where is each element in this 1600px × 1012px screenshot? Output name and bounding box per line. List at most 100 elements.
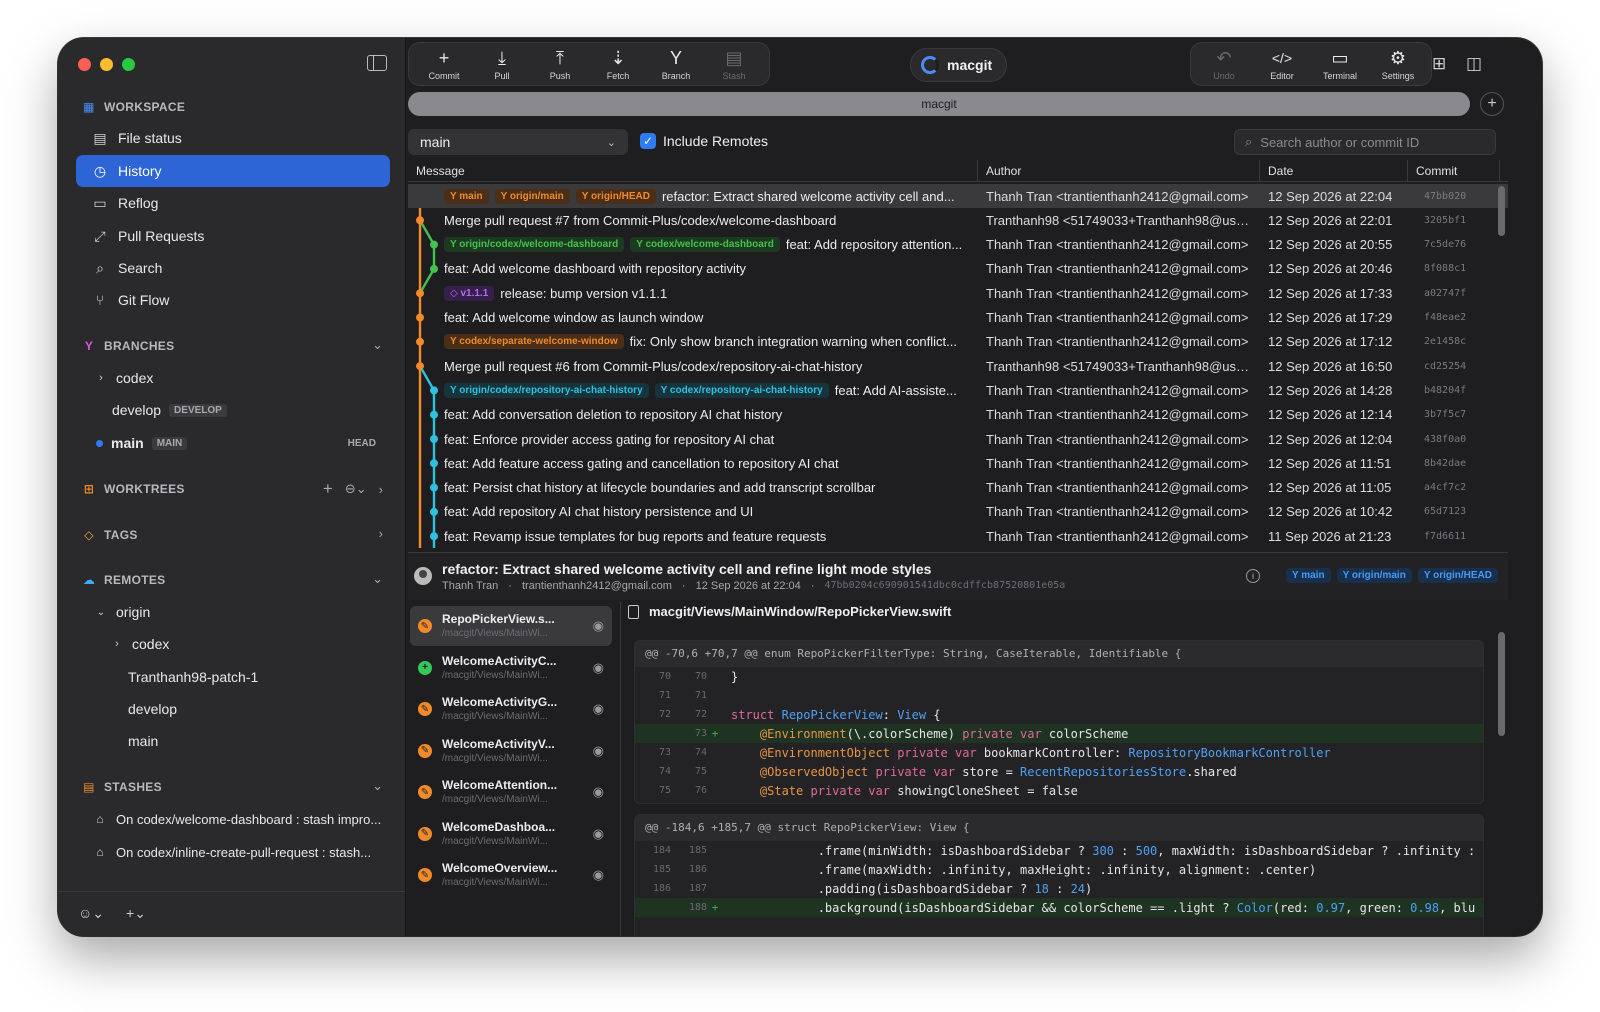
terminal-button[interactable]: ▭ Terminal xyxy=(1311,43,1369,87)
branch-item-develop[interactable]: develop DEVELOP xyxy=(76,394,390,426)
ref-badge[interactable]: Y origin/main xyxy=(494,188,570,204)
eye-icon[interactable]: ◉ xyxy=(593,701,604,717)
inspector-toggle-icon[interactable]: ◫ xyxy=(1466,54,1482,74)
chevron-right-icon[interactable]: › xyxy=(379,482,383,497)
table-row[interactable]: feat: Enforce provider access gating for… xyxy=(408,427,1508,451)
branch-item-main[interactable]: main MAIN HEAD xyxy=(76,427,390,459)
diff-scrollbar[interactable] xyxy=(1498,632,1505,736)
push-button[interactable]: ⤒ Push xyxy=(531,43,589,87)
table-row[interactable]: Y main Y origin/main Y origin/HEAD refactor… xyxy=(408,184,1508,208)
table-row[interactable]: feat: Add welcome window as launch windo… xyxy=(408,306,1508,330)
stashes-section[interactable]: ▤ STASHES xyxy=(82,780,162,794)
grid-icon[interactable]: ⊞ xyxy=(1432,54,1446,74)
stash-button[interactable]: ▤ Stash xyxy=(705,43,763,87)
account-icon[interactable]: ☺⌄ xyxy=(78,905,104,922)
stashes-collapse-icon[interactable]: ⌄ xyxy=(372,778,383,794)
changed-file-item[interactable]: ✎ WelcomeOverview... /macgit/Views/MainWi.… xyxy=(410,855,612,895)
undo-button[interactable]: ↶ Undo xyxy=(1195,43,1253,87)
table-row[interactable]: feat: Add welcome dashboard with reposit… xyxy=(408,257,1508,281)
eye-icon[interactable]: ◉ xyxy=(593,660,604,676)
branch-button[interactable]: Y Branch xyxy=(647,43,705,87)
add-tab-button[interactable]: + xyxy=(1480,92,1504,116)
table-row[interactable]: Y origin/codex/repository-ai-chat-histor… xyxy=(408,378,1508,402)
eye-icon[interactable]: ◉ xyxy=(593,826,604,842)
changed-file-item[interactable]: ✎ WelcomeAttention... /macgit/Views/MainWi… xyxy=(410,772,612,812)
remote-branch-item[interactable]: develop xyxy=(76,693,390,725)
ref-badge[interactable]: ◇ v1.1.1 xyxy=(444,285,495,301)
ref-badge[interactable]: Y codex/repository-ai-chat-history xyxy=(654,382,829,398)
ref-badge[interactable]: Y codex/welcome-dashboard xyxy=(630,237,780,253)
repository-chip[interactable]: macgit xyxy=(910,48,1008,82)
chevron-right-icon[interactable]: › xyxy=(379,526,383,541)
table-row[interactable]: Merge pull request #6 from Commit-Plus/c… xyxy=(408,354,1508,378)
ref-badge[interactable]: Y origin/HEAD xyxy=(1417,568,1498,583)
table-row[interactable]: ◇ v1.1.1 release: bump version v1.1.1 Than… xyxy=(408,281,1508,305)
remotes-collapse-icon[interactable]: ⌄ xyxy=(372,571,383,587)
sidebar-item-reflog[interactable]: ▭ Reflog xyxy=(76,187,390,219)
table-row[interactable]: feat: Persist chat history at lifecycle … xyxy=(408,476,1508,500)
remote-origin[interactable]: ⌄ origin xyxy=(76,596,390,628)
add-worktree-icon[interactable]: + xyxy=(323,479,333,499)
ref-badge[interactable]: Y origin/HEAD xyxy=(575,188,656,204)
info-icon[interactable]: i xyxy=(1246,569,1260,583)
editor-button[interactable]: </> Editor xyxy=(1253,43,1311,87)
sidebar-item-history[interactable]: ◷ History xyxy=(76,155,390,187)
sidebar-item-file-status[interactable]: ▤ File status xyxy=(76,122,390,154)
remote-branch-item[interactable]: Tranthanh98-patch-1 xyxy=(76,661,390,693)
stash-item[interactable]: ⌂ On codex/welcome-dashboard : stash imp… xyxy=(76,803,390,835)
include-remotes-checkbox[interactable]: ✓ xyxy=(640,133,656,149)
column-header-date[interactable]: Date xyxy=(1260,160,1408,181)
commit-search-input[interactable]: ⌕ Search author or commit ID xyxy=(1234,129,1496,155)
column-header-author[interactable]: Author xyxy=(978,160,1260,181)
table-row[interactable]: Merge pull request #7 from Commit-Plus/c… xyxy=(408,208,1508,232)
branches-section[interactable]: Y BRANCHES xyxy=(82,339,174,353)
repository-tab[interactable]: macgit xyxy=(408,92,1470,116)
sidebar-item-search[interactable]: ⌕ Search xyxy=(76,252,390,284)
changed-file-item[interactable]: ✎ WelcomeDashboa.../macgit/Views/MainWi..… xyxy=(410,814,612,854)
changed-file-item[interactable]: ✎ WelcomeActivityV.../macgit/Views/MainWi… xyxy=(410,731,612,771)
settings-button[interactable]: ⚙ Settings xyxy=(1369,43,1427,87)
ref-badge[interactable]: Y main xyxy=(1286,568,1331,583)
ref-badge[interactable]: Y origin/main xyxy=(1336,568,1412,583)
stash-item[interactable]: ⌂ On codex/inline-create-pull-request : … xyxy=(76,836,390,868)
table-row[interactable]: feat: Add conversation deletion to repos… xyxy=(408,403,1508,427)
include-remotes-toggle[interactable]: ✓ Include Remotes xyxy=(640,133,768,149)
eye-icon[interactable]: ◉ xyxy=(593,618,604,634)
table-row[interactable]: feat: Add repository AI chat history per… xyxy=(408,500,1508,524)
eye-icon[interactable]: ◉ xyxy=(593,867,604,883)
branch-folder-codex[interactable]: › codex xyxy=(76,362,390,394)
remote-folder-codex[interactable]: › codex xyxy=(76,628,390,660)
changed-file-item[interactable]: ✎ RepoPickerView.s... /macgit/Views/MainWi… xyxy=(410,606,612,646)
table-row[interactable]: Y origin/codex/welcome-dashboard Y codex/… xyxy=(408,233,1508,257)
close-window-button[interactable] xyxy=(78,58,91,71)
sidebar-item-git-flow[interactable]: ⑂ Git Flow xyxy=(76,284,390,316)
sidebar-toggle-icon[interactable] xyxy=(367,55,387,71)
fetch-button[interactable]: ⇣ Fetch xyxy=(589,43,647,87)
branches-collapse-icon[interactable]: ⌄ xyxy=(372,337,383,353)
tags-section[interactable]: ◇ TAGS xyxy=(82,528,138,542)
branch-selector[interactable]: main ⌄ xyxy=(408,129,628,155)
zoom-window-button[interactable] xyxy=(122,58,135,71)
add-menu-icon[interactable]: +⌄ xyxy=(126,905,146,922)
ref-badge[interactable]: Y main xyxy=(444,188,489,204)
changed-file-item[interactable]: ✎ WelcomeActivityG... /macgit/Views/MainWi… xyxy=(410,689,612,729)
minimize-window-button[interactable] xyxy=(100,58,113,71)
commit-sha[interactable]: 47bb0204c690901541dbc0cdffcb87520801e05a xyxy=(824,580,1065,592)
ref-badge[interactable]: Y origin/codex/welcome-dashboard xyxy=(444,237,625,253)
table-row[interactable]: feat: Revamp issue templates for bug rep… xyxy=(408,524,1508,548)
eye-icon[interactable]: ◉ xyxy=(593,743,604,759)
column-header-commit[interactable]: Commit xyxy=(1408,160,1500,181)
remotes-section[interactable]: ☁ REMOTES xyxy=(82,573,165,587)
commit-button[interactable]: + Commit xyxy=(415,43,473,87)
worktrees-section[interactable]: ⊞ WORKTREES xyxy=(82,482,185,496)
more-options-icon[interactable]: ⊖⌄ xyxy=(345,481,367,497)
ref-badge[interactable]: Y origin/codex/repository-ai-chat-histor… xyxy=(444,382,649,398)
remote-branch-item[interactable]: main xyxy=(76,725,390,757)
table-row[interactable]: Y codex/separate-welcome-window fix: Only… xyxy=(408,330,1508,354)
column-header-message[interactable]: Message xyxy=(408,160,978,181)
table-row[interactable]: feat: Add feature access gating and canc… xyxy=(408,451,1508,475)
commit-list-scrollbar[interactable] xyxy=(1498,186,1505,236)
changed-file-item[interactable]: + WelcomeActivityC.../macgit/Views/MainWi… xyxy=(410,648,612,688)
pull-button[interactable]: ⤓ Pull xyxy=(473,43,531,87)
sidebar-item-pull-requests[interactable]: ⤢ Pull Requests xyxy=(76,220,390,252)
